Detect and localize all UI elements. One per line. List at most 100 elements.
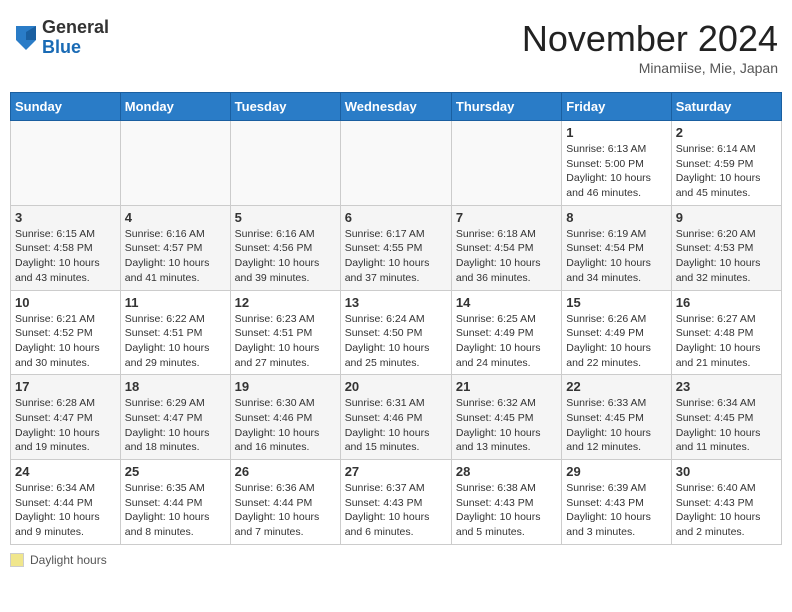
logo-blue: Blue xyxy=(42,38,109,58)
calendar-cell: 19 Sunrise: 6:30 AM Sunset: 4:46 PM Dayli… xyxy=(230,375,340,460)
day-info: Sunrise: 6:20 AM Sunset: 4:53 PM Dayligh… xyxy=(676,227,777,286)
day-info: Sunrise: 6:15 AM Sunset: 4:58 PM Dayligh… xyxy=(15,227,116,286)
calendar-cell: 7Sunrise: 6:18 AM Sunset: 4:54 PM Daylig… xyxy=(451,205,561,290)
day-info: Sunrise: 6:22 AM Sunset: 4:51 PM Dayligh… xyxy=(125,312,226,371)
title-section: November 2024 Minamiise, Mie, Japan xyxy=(522,18,778,76)
calendar-cell xyxy=(11,121,121,206)
calendar-cell: 27 Sunrise: 6:37 AM Sunset: 4:43 PM Dayli… xyxy=(340,460,451,545)
footer: Daylight hours xyxy=(10,553,782,567)
day-number: 15 xyxy=(566,295,666,310)
calendar-cell: 29 Sunrise: 6:39 AM Sunset: 4:43 PM Dayli… xyxy=(562,460,671,545)
day-info: Sunrise: 6:24 AM Sunset: 4:50 PM Dayligh… xyxy=(345,312,447,371)
day-info: Sunrise: 6:23 AM Sunset: 4:51 PM Dayligh… xyxy=(235,312,336,371)
day-number: 4 xyxy=(125,210,226,225)
logo-icon xyxy=(16,26,36,50)
calendar-cell: 12 Sunrise: 6:23 AM Sunset: 4:51 PM Dayli… xyxy=(230,290,340,375)
day-number: 14 xyxy=(456,295,557,310)
day-number: 5 xyxy=(235,210,336,225)
day-info: Sunrise: 6:37 AM Sunset: 4:43 PM Dayligh… xyxy=(345,481,447,540)
day-info: Sunrise: 6:40 AM Sunset: 4:43 PM Dayligh… xyxy=(676,481,777,540)
day-info: Sunrise: 6:14 AM Sunset: 4:59 PM Dayligh… xyxy=(676,142,777,201)
legend-label: Daylight hours xyxy=(30,553,107,567)
legend-box xyxy=(10,553,24,567)
calendar-cell: 4Sunrise: 6:16 AM Sunset: 4:57 PM Daylig… xyxy=(120,205,230,290)
calendar-table: SundayMondayTuesdayWednesdayThursdayFrid… xyxy=(10,92,782,545)
day-number: 9 xyxy=(676,210,777,225)
day-number: 26 xyxy=(235,464,336,479)
calendar-cell: 30 Sunrise: 6:40 AM Sunset: 4:43 PM Dayli… xyxy=(671,460,781,545)
calendar-cell: 6Sunrise: 6:17 AM Sunset: 4:55 PM Daylig… xyxy=(340,205,451,290)
calendar-cell: 23 Sunrise: 6:34 AM Sunset: 4:45 PM Dayli… xyxy=(671,375,781,460)
weekday-header: Wednesday xyxy=(340,93,451,121)
day-info: Sunrise: 6:21 AM Sunset: 4:52 PM Dayligh… xyxy=(15,312,116,371)
day-number: 29 xyxy=(566,464,666,479)
calendar-week-row: 10 Sunrise: 6:21 AM Sunset: 4:52 PM Dayli… xyxy=(11,290,782,375)
calendar-cell xyxy=(451,121,561,206)
calendar-cell: 11 Sunrise: 6:22 AM Sunset: 4:51 PM Dayli… xyxy=(120,290,230,375)
day-number: 3 xyxy=(15,210,116,225)
logo-text: General Blue xyxy=(42,18,109,58)
day-number: 28 xyxy=(456,464,557,479)
day-number: 17 xyxy=(15,379,116,394)
day-number: 25 xyxy=(125,464,226,479)
calendar-cell: 8 Sunrise: 6:19 AM Sunset: 4:54 PM Daylig… xyxy=(562,205,671,290)
calendar-cell: 3 Sunrise: 6:15 AM Sunset: 4:58 PM Daylig… xyxy=(11,205,121,290)
calendar-cell: 24Sunrise: 6:34 AM Sunset: 4:44 PM Dayli… xyxy=(11,460,121,545)
day-number: 12 xyxy=(235,295,336,310)
weekday-header: Friday xyxy=(562,93,671,121)
calendar-cell: 2Sunrise: 6:14 AM Sunset: 4:59 PM Daylig… xyxy=(671,121,781,206)
calendar-cell xyxy=(230,121,340,206)
day-info: Sunrise: 6:26 AM Sunset: 4:49 PM Dayligh… xyxy=(566,312,666,371)
calendar-cell: 22 Sunrise: 6:33 AM Sunset: 4:45 PM Dayli… xyxy=(562,375,671,460)
day-number: 10 xyxy=(15,295,116,310)
day-number: 21 xyxy=(456,379,557,394)
day-info: Sunrise: 6:39 AM Sunset: 4:43 PM Dayligh… xyxy=(566,481,666,540)
calendar-cell xyxy=(340,121,451,206)
day-info: Sunrise: 6:25 AM Sunset: 4:49 PM Dayligh… xyxy=(456,312,557,371)
calendar-cell: 15 Sunrise: 6:26 AM Sunset: 4:49 PM Dayli… xyxy=(562,290,671,375)
calendar-week-row: 3 Sunrise: 6:15 AM Sunset: 4:58 PM Daylig… xyxy=(11,205,782,290)
calendar-cell: 28 Sunrise: 6:38 AM Sunset: 4:43 PM Dayli… xyxy=(451,460,561,545)
day-number: 23 xyxy=(676,379,777,394)
weekday-header-row: SundayMondayTuesdayWednesdayThursdayFrid… xyxy=(11,93,782,121)
month-title: November 2024 xyxy=(522,18,778,60)
weekday-header: Monday xyxy=(120,93,230,121)
calendar-cell: 18 Sunrise: 6:29 AM Sunset: 4:47 PM Dayli… xyxy=(120,375,230,460)
day-number: 30 xyxy=(676,464,777,479)
day-number: 13 xyxy=(345,295,447,310)
day-number: 27 xyxy=(345,464,447,479)
page-header: General Blue November 2024 Minamiise, Mi… xyxy=(10,10,782,84)
day-info: Sunrise: 6:13 AM Sunset: 5:00 PM Dayligh… xyxy=(566,142,666,201)
day-number: 11 xyxy=(125,295,226,310)
calendar-cell: 1 Sunrise: 6:13 AM Sunset: 5:00 PM Daylig… xyxy=(562,121,671,206)
day-info: Sunrise: 6:29 AM Sunset: 4:47 PM Dayligh… xyxy=(125,396,226,455)
calendar-cell: 9 Sunrise: 6:20 AM Sunset: 4:53 PM Daylig… xyxy=(671,205,781,290)
day-info: Sunrise: 6:34 AM Sunset: 4:45 PM Dayligh… xyxy=(676,396,777,455)
day-number: 18 xyxy=(125,379,226,394)
day-info: Sunrise: 6:34 AM Sunset: 4:44 PM Dayligh… xyxy=(15,481,116,540)
day-number: 19 xyxy=(235,379,336,394)
day-number: 6 xyxy=(345,210,447,225)
day-info: Sunrise: 6:31 AM Sunset: 4:46 PM Dayligh… xyxy=(345,396,447,455)
day-info: Sunrise: 6:19 AM Sunset: 4:54 PM Dayligh… xyxy=(566,227,666,286)
day-info: Sunrise: 6:28 AM Sunset: 4:47 PM Dayligh… xyxy=(15,396,116,455)
weekday-header: Sunday xyxy=(11,93,121,121)
day-number: 22 xyxy=(566,379,666,394)
day-info: Sunrise: 6:33 AM Sunset: 4:45 PM Dayligh… xyxy=(566,396,666,455)
weekday-header: Thursday xyxy=(451,93,561,121)
day-info: Sunrise: 6:35 AM Sunset: 4:44 PM Dayligh… xyxy=(125,481,226,540)
calendar-cell: 20Sunrise: 6:31 AM Sunset: 4:46 PM Dayli… xyxy=(340,375,451,460)
day-info: Sunrise: 6:36 AM Sunset: 4:44 PM Dayligh… xyxy=(235,481,336,540)
logo: General Blue xyxy=(14,18,109,58)
day-info: Sunrise: 6:38 AM Sunset: 4:43 PM Dayligh… xyxy=(456,481,557,540)
day-number: 1 xyxy=(566,125,666,140)
calendar-cell: 14 Sunrise: 6:25 AM Sunset: 4:49 PM Dayli… xyxy=(451,290,561,375)
weekday-header: Tuesday xyxy=(230,93,340,121)
day-info: Sunrise: 6:30 AM Sunset: 4:46 PM Dayligh… xyxy=(235,396,336,455)
day-info: Sunrise: 6:18 AM Sunset: 4:54 PM Dayligh… xyxy=(456,227,557,286)
calendar-week-row: 1 Sunrise: 6:13 AM Sunset: 5:00 PM Daylig… xyxy=(11,121,782,206)
calendar-cell: 13 Sunrise: 6:24 AM Sunset: 4:50 PM Dayli… xyxy=(340,290,451,375)
day-number: 8 xyxy=(566,210,666,225)
weekday-header: Saturday xyxy=(671,93,781,121)
calendar-cell xyxy=(120,121,230,206)
